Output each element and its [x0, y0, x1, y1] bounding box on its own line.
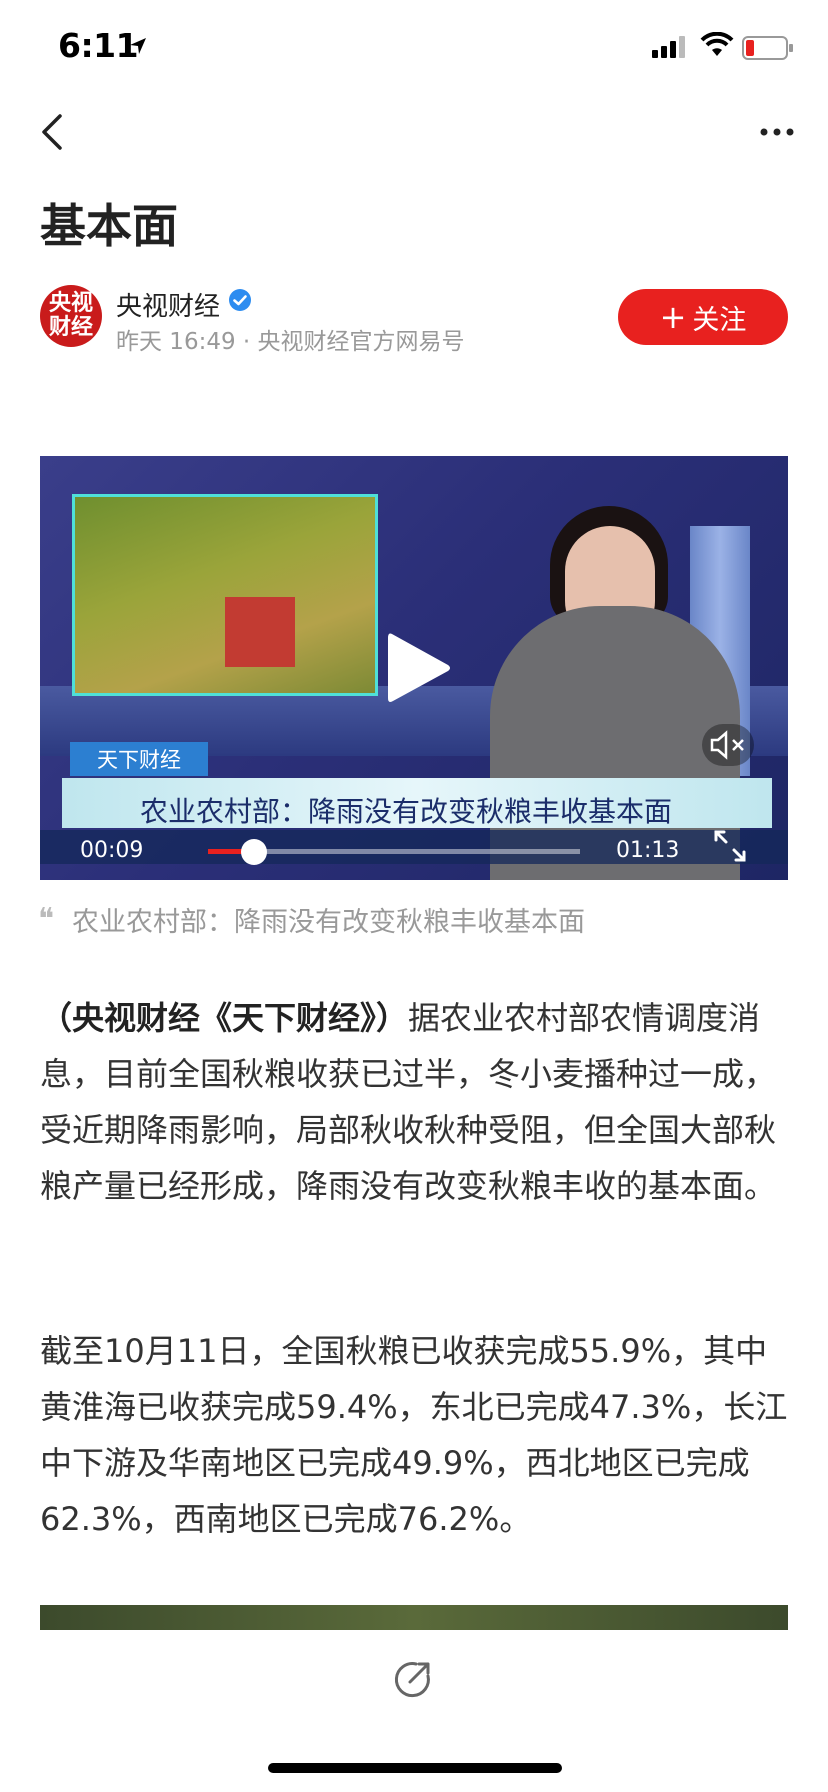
status-time: 6:11 [58, 26, 139, 65]
video-total-time: 01:13 [616, 838, 680, 863]
location-arrow-icon [130, 38, 146, 54]
back-chevron-icon[interactable] [36, 112, 70, 152]
follow-button[interactable]: + 关注 [618, 289, 788, 345]
verified-badge-icon [229, 289, 251, 311]
video-current-time: 00:09 [80, 838, 144, 863]
paragraph-text: 截至10月11日，全国秋粮已收获完成55.9%，其中黄淮海已收获完成59.4%，… [40, 1332, 788, 1538]
publish-meta: 昨天 16:49 · 央视财经官方网易号 [116, 329, 465, 355]
plus-icon: + [659, 298, 687, 336]
article-paragraph: （央视财经《天下财经》）据农业农村部农情调度消息，目前全国秋粮收获已过半，冬小麦… [40, 990, 788, 1214]
video-program-tag: 天下财经 [70, 742, 208, 776]
video-harvest-inset [72, 494, 378, 696]
video-player[interactable]: 天下财经 农业农村部：降雨没有改变秋粮丰收基本面 00:09 01:13 [40, 456, 788, 880]
quote-mark-icon: ❝ [38, 902, 55, 937]
video-headline-text: 农业农村部：降雨没有改变秋粮丰收基本面 [140, 795, 673, 828]
author-name[interactable]: 央视财经 [116, 286, 220, 323]
article-image-peek [40, 1605, 788, 1633]
wifi-icon [700, 32, 734, 56]
play-icon[interactable] [384, 628, 454, 708]
battery-icon [742, 36, 793, 60]
video-harvester [225, 597, 295, 667]
follow-label: 关注 [692, 304, 747, 336]
author-avatar[interactable]: 央视 财经 [40, 285, 102, 347]
paragraph-lead: （央视财经《天下财经》） [40, 999, 409, 1037]
fullscreen-icon[interactable] [710, 826, 750, 866]
video-progress-handle[interactable] [241, 839, 267, 865]
home-indicator [268, 1763, 562, 1773]
video-caption: 农业农村部：降雨没有改变秋粮丰收基本面 [72, 907, 585, 938]
mute-icon[interactable] [702, 724, 754, 766]
share-icon[interactable] [394, 1658, 434, 1698]
avatar-logo-text: 央视 财经 [48, 291, 93, 340]
more-dots-icon[interactable] [760, 126, 794, 138]
article-paragraph: 截至10月11日，全国秋粮已收获完成55.9%，其中黄淮海已收获完成59.4%，… [40, 1323, 788, 1547]
cellular-signal-icon [652, 36, 685, 58]
article-title: 基本面 [40, 199, 178, 253]
